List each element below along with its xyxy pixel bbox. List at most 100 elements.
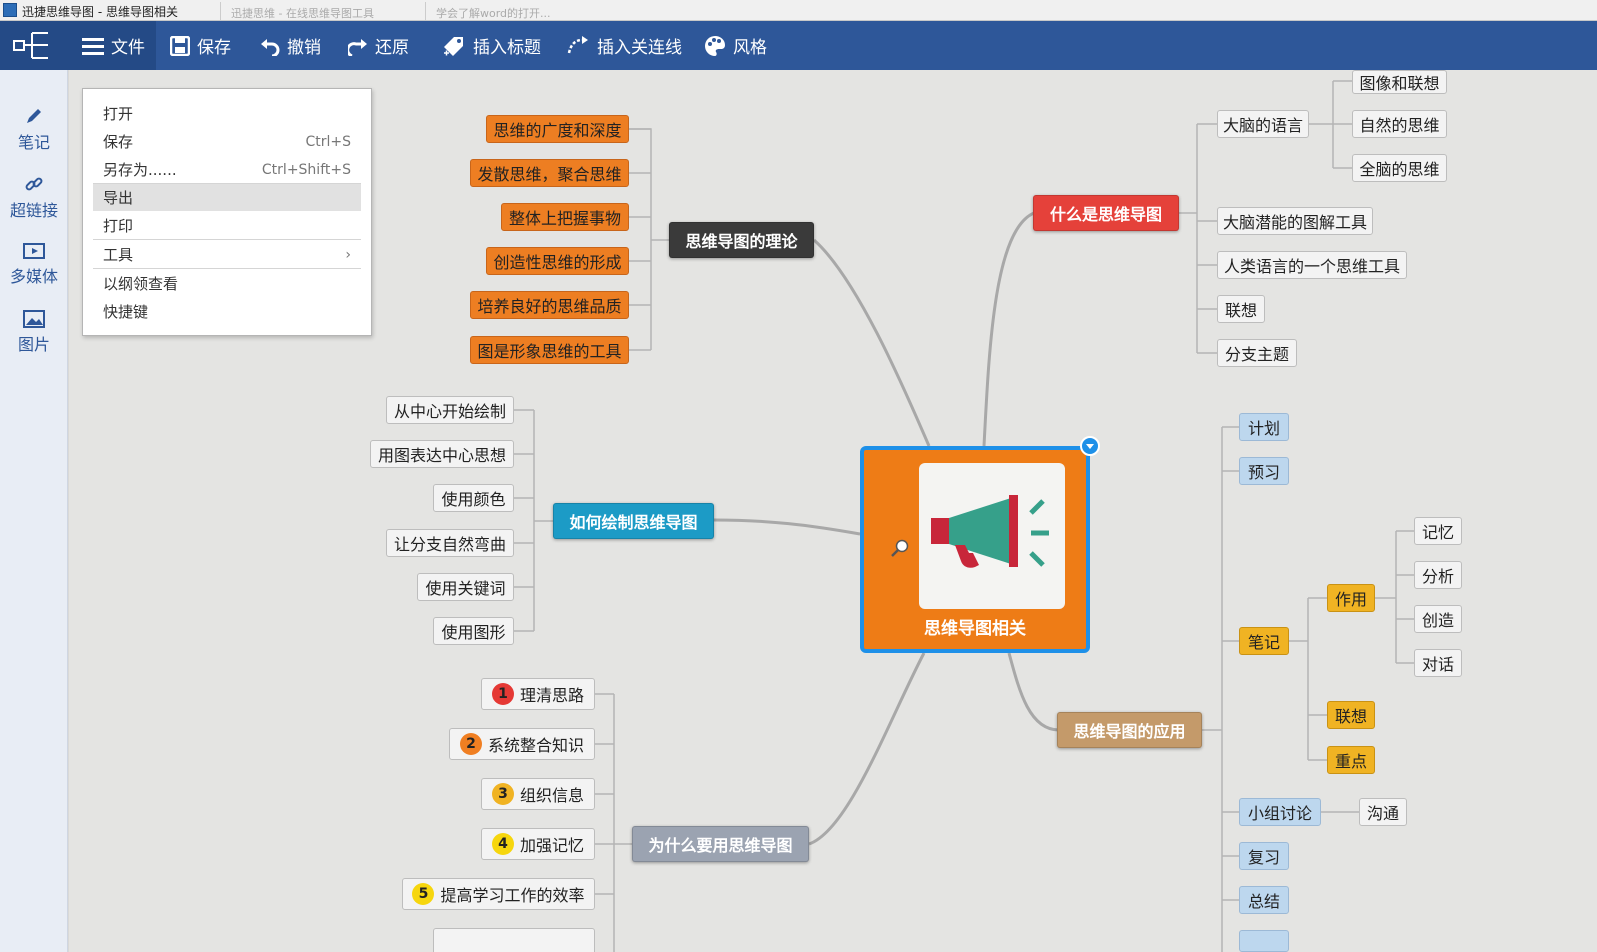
style-button[interactable]: 风格: [704, 21, 767, 70]
what-node[interactable]: 分支主题: [1217, 339, 1297, 367]
why-node[interactable]: 5 提高学习工作的效率: [402, 878, 595, 910]
browser-tab[interactable]: 迅捷思维 - 在线思维导图工具: [220, 2, 420, 20]
chevron-right-icon: ›: [345, 246, 351, 263]
menu-item-label: 工具: [103, 246, 134, 264]
tag-icon: [444, 36, 463, 56]
how-node[interactable]: 使用颜色: [433, 484, 514, 512]
what-node[interactable]: 大脑的语言: [1217, 110, 1309, 138]
magnifier-icon[interactable]: [890, 538, 910, 562]
pencil-icon: [27, 109, 41, 123]
apply-node[interactable]: 复习: [1239, 842, 1289, 870]
how-node[interactable]: 用图表达中心思想: [370, 440, 514, 468]
collapse-icon[interactable]: [1080, 436, 1100, 456]
why-node[interactable]: [433, 928, 595, 952]
sidebar-item-hyperlink[interactable]: 超链接: [0, 174, 68, 221]
mindmap-icon[interactable]: [0, 21, 68, 70]
menu-item-shortcuts[interactable]: 快捷键: [93, 298, 361, 325]
why-node[interactable]: 2 系统整合知识: [449, 728, 595, 760]
theory-node[interactable]: 发散思维，聚合思维: [470, 159, 629, 187]
theory-node[interactable]: 整体上把握事物: [501, 203, 629, 231]
why-node-label: 理清思路: [519, 686, 584, 705]
sidebar-item-image[interactable]: 图片: [0, 310, 68, 355]
save-button[interactable]: 保存: [170, 21, 231, 70]
menu-item-open[interactable]: 打开: [93, 100, 361, 127]
effect-node[interactable]: 记忆: [1414, 517, 1462, 545]
branch-why[interactable]: 为什么要用思维导图: [632, 826, 809, 862]
what-node[interactable]: 人类语言的一个思维工具: [1217, 251, 1407, 279]
what-node[interactable]: 大脑潜能的图解工具: [1217, 207, 1373, 235]
app-icon: [3, 3, 17, 17]
menu-item-outline-view[interactable]: 以纲领查看: [93, 270, 361, 297]
why-node-label: 提高学习工作的效率: [440, 886, 585, 905]
file-label: 文件: [111, 38, 145, 58]
what-node[interactable]: 联想: [1217, 295, 1265, 323]
insert-label-text: 插入标题: [473, 38, 541, 58]
apply-node[interactable]: 预习: [1239, 457, 1289, 485]
sidebar-item-media[interactable]: 多媒体: [0, 242, 68, 287]
branch-apply[interactable]: 思维导图的应用: [1057, 712, 1202, 748]
how-node[interactable]: 使用图形: [433, 617, 514, 645]
why-node[interactable]: 1 理清思路: [481, 678, 595, 710]
menu-item-label: 打开: [103, 105, 134, 123]
theory-node[interactable]: 图是形象思维的工具: [470, 336, 629, 364]
apply-node[interactable]: 笔记: [1239, 627, 1289, 655]
central-topic[interactable]: 思维导图相关: [860, 436, 1100, 653]
menu-item-label: 另存为......: [103, 161, 177, 179]
effect-node[interactable]: 创造: [1414, 605, 1462, 633]
insert-link-button[interactable]: 插入关连线: [566, 21, 682, 70]
apply-node[interactable]: 总结: [1239, 886, 1289, 914]
number-badge-icon: 1: [491, 683, 514, 705]
effect-node[interactable]: 对话: [1414, 649, 1462, 677]
sidebar-item-notes[interactable]: 笔记: [0, 106, 68, 153]
file-dropdown-menu: 打开 保存 Ctrl+S 另存为...... Ctrl+Shift+S 导出 打印 …: [82, 88, 372, 336]
central-topic-title: 思维导图相关: [924, 619, 1026, 639]
theory-node[interactable]: 思维的广度和深度: [486, 115, 629, 143]
main-toolbar: 文件 保存 撤销 还原 插入标题 插入关连线 风格: [0, 21, 1597, 70]
effect-node[interactable]: 分析: [1414, 561, 1462, 589]
brain-node[interactable]: 自然的思维: [1352, 110, 1447, 138]
branch-what[interactable]: 什么是思维导图: [1033, 195, 1179, 231]
undo-button[interactable]: 撤销: [260, 21, 321, 70]
link-icon: [25, 177, 43, 191]
why-node[interactable]: 3 组织信息: [481, 778, 595, 810]
theory-node[interactable]: 培养良好的思维品质: [470, 291, 629, 319]
menu-item-save[interactable]: 保存 Ctrl+S: [93, 128, 361, 155]
menu-item-export[interactable]: 导出: [93, 184, 361, 211]
relation-line-icon: [567, 35, 588, 53]
menu-item-save-as[interactable]: 另存为...... Ctrl+Shift+S: [93, 156, 361, 183]
sidebar-label: 超链接: [9, 201, 58, 220]
window-title: 迅捷思维导图 - 思维导图相关: [22, 5, 178, 19]
why-node-label: 组织信息: [519, 786, 584, 805]
why-node-label: 加强记忆: [519, 836, 584, 855]
note-node[interactable]: 联想: [1327, 701, 1375, 729]
apply-node[interactable]: 计划: [1239, 413, 1289, 441]
how-node[interactable]: 使用关键词: [417, 573, 514, 601]
group-child-node[interactable]: 沟通: [1359, 798, 1407, 826]
number-badge-icon: 4: [491, 833, 514, 855]
how-node[interactable]: 从中心开始绘制: [386, 396, 514, 424]
insert-link-text: 插入关连线: [597, 38, 682, 58]
why-node[interactable]: 4 加强记忆: [481, 828, 595, 860]
apply-node[interactable]: 小组讨论: [1239, 798, 1321, 826]
note-node[interactable]: 作用: [1327, 584, 1375, 612]
file-menu-button[interactable]: 文件: [68, 21, 156, 70]
palette-icon: [705, 35, 726, 56]
branch-how[interactable]: 如何绘制思维导图: [553, 503, 714, 539]
theory-node[interactable]: 创造性思维的形成: [486, 247, 629, 275]
insert-label-button[interactable]: 插入标题: [442, 21, 541, 70]
menu-item-tools[interactable]: 工具 ›: [93, 241, 361, 268]
brain-node[interactable]: 全脑的思维: [1352, 154, 1447, 182]
branch-theory[interactable]: 思维导图的理论: [669, 222, 814, 258]
film-icon: [23, 243, 45, 259]
menu-divider: [93, 239, 361, 240]
menu-item-print[interactable]: 打印: [93, 212, 361, 239]
apply-node[interactable]: [1239, 930, 1289, 952]
megaphone-icon: [919, 463, 1065, 609]
how-node[interactable]: 让分支自然弯曲: [386, 529, 514, 557]
menu-item-label: 保存: [103, 133, 134, 151]
brain-node[interactable]: 图像和联想: [1352, 70, 1447, 94]
redo-button[interactable]: 还原: [348, 21, 409, 70]
browser-tab[interactable]: 学会了解word的打开...: [425, 2, 625, 20]
note-node[interactable]: 重点: [1327, 746, 1375, 774]
sidebar-label: 图片: [17, 335, 50, 354]
